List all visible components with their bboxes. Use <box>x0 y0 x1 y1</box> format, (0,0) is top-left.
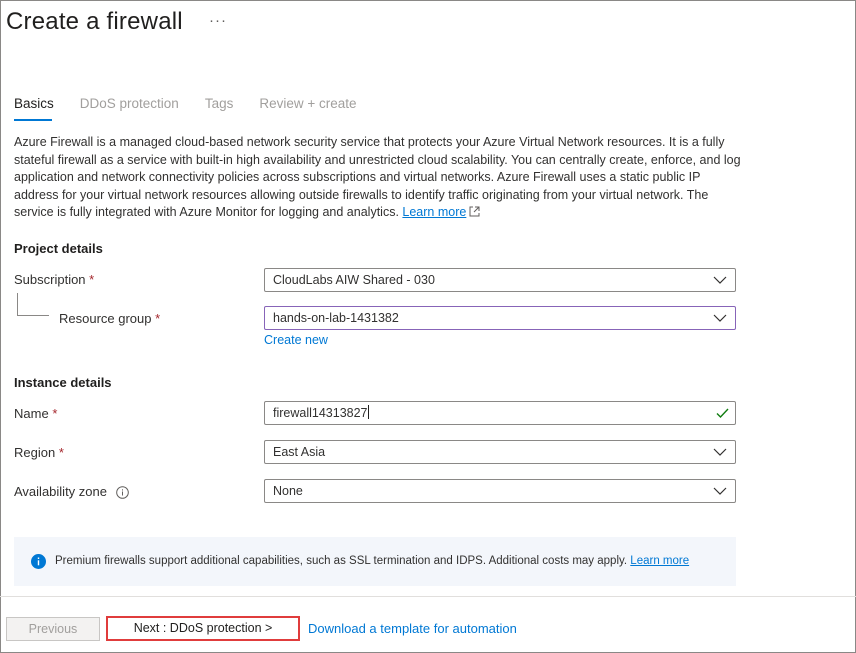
external-link-icon <box>469 206 480 217</box>
required-marker: * <box>58 445 64 460</box>
learn-more-label: Learn more <box>402 205 467 219</box>
region-label: Region * <box>14 445 64 460</box>
instance-details-heading: Instance details <box>14 375 112 390</box>
project-details-heading: Project details <box>14 241 103 256</box>
chevron-down-icon <box>713 448 727 456</box>
resource-group-label-text: Resource group <box>59 311 152 326</box>
info-banner: Premium firewalls support additional cap… <box>14 537 736 586</box>
required-marker: * <box>89 272 95 287</box>
tab-ddos-protection[interactable]: DDoS protection <box>80 96 179 117</box>
info-filled-icon <box>31 554 46 569</box>
tree-connector-vertical <box>17 293 18 315</box>
checkmark-icon <box>716 408 729 419</box>
availability-zone-label: Availability zone <box>14 484 107 499</box>
availability-zone-select[interactable]: None <box>264 479 736 503</box>
name-label: Name * <box>14 406 57 421</box>
banner-text: Premium firewalls support additional cap… <box>55 555 628 567</box>
next-button-label: Next : DDoS protection > <box>133 621 273 635</box>
learn-more-link[interactable]: Learn more <box>402 205 466 219</box>
availability-zone-value: None <box>273 484 303 498</box>
info-icon[interactable] <box>116 486 129 499</box>
required-marker: * <box>155 311 161 326</box>
region-value: East Asia <box>273 445 326 459</box>
required-marker: * <box>52 406 58 421</box>
region-label-text: Region <box>14 445 56 460</box>
previous-button[interactable]: Previous <box>6 617 100 641</box>
banner-learn-more-link[interactable]: Learn more <box>630 555 689 567</box>
tab-tags[interactable]: Tags <box>205 96 234 117</box>
subscription-select[interactable]: CloudLabs AIW Shared - 030 <box>264 268 736 292</box>
resource-group-value: hands-on-lab-1431382 <box>273 311 399 325</box>
download-template-link[interactable]: Download a template for automation <box>308 621 517 636</box>
description: Azure Firewall is a managed cloud-based … <box>14 134 744 222</box>
tree-connector-horizontal <box>17 315 49 316</box>
active-tab-indicator <box>14 119 52 121</box>
subscription-label: Subscription * <box>14 272 94 287</box>
chevron-down-icon <box>713 487 727 495</box>
footer-divider <box>0 596 856 597</box>
chevron-down-icon <box>713 276 727 284</box>
more-options-button[interactable]: ··· <box>209 12 227 29</box>
tab-basics[interactable]: Basics <box>14 96 54 117</box>
resource-group-select[interactable]: hands-on-lab-1431382 <box>264 306 736 330</box>
create-new-link[interactable]: Create new <box>264 333 328 347</box>
page-title: Create a firewall <box>6 8 183 35</box>
subscription-value: CloudLabs AIW Shared - 030 <box>273 273 435 287</box>
name-label-text: Name <box>14 406 49 421</box>
text-cursor <box>367 405 369 419</box>
name-input[interactable]: firewall14313827 <box>264 401 736 425</box>
wizard-tabs: Basics DDoS protection Tags Review + cre… <box>14 96 383 117</box>
resource-group-label: Resource group * <box>59 311 160 326</box>
description-text: Azure Firewall is a managed cloud-based … <box>14 135 741 219</box>
region-select[interactable]: East Asia <box>264 440 736 464</box>
subscription-label-text: Subscription <box>14 272 86 287</box>
tab-review-create[interactable]: Review + create <box>259 96 356 117</box>
banner-message: Premium firewalls support additional cap… <box>55 555 689 567</box>
name-value: firewall14313827 <box>273 406 368 420</box>
next-button[interactable]: Next : DDoS protection > <box>106 616 300 641</box>
chevron-down-icon <box>713 314 727 322</box>
